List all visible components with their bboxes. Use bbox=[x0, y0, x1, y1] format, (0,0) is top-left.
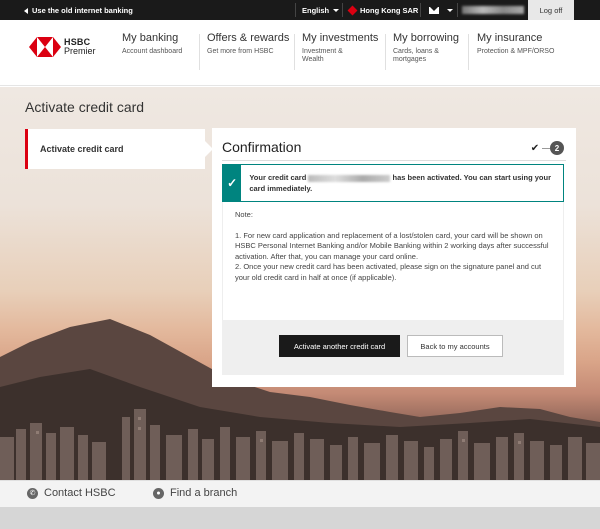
action-bar: Activate another credit card Back to my … bbox=[222, 320, 564, 375]
arrow-left-icon bbox=[24, 7, 28, 14]
divider bbox=[222, 160, 566, 161]
nav-divider bbox=[199, 34, 200, 70]
nav-divider bbox=[468, 34, 469, 70]
success-text: Your credit card has been activated. You… bbox=[241, 165, 563, 201]
messages-button[interactable] bbox=[429, 0, 453, 20]
footer: ✆ Contact HSBC ● Find a branch bbox=[0, 480, 600, 507]
contact-hsbc-link[interactable]: ✆ Contact HSBC bbox=[27, 487, 116, 499]
user-menu[interactable] bbox=[462, 0, 534, 20]
branch-label: Find a branch bbox=[170, 487, 238, 499]
step-connector bbox=[542, 147, 550, 149]
back-to-accounts-button[interactable]: Back to my accounts bbox=[407, 335, 503, 357]
bottom-strip bbox=[0, 507, 600, 529]
sidebar-item-activate-credit-card[interactable]: Activate credit card bbox=[25, 129, 213, 169]
find-branch-link[interactable]: ● Find a branch bbox=[153, 487, 237, 499]
nav-title: My banking bbox=[122, 32, 179, 44]
location-icon: ● bbox=[153, 487, 164, 499]
logo-tier-text: Premier bbox=[64, 46, 96, 56]
nav-divider bbox=[385, 34, 386, 70]
current-step-badge: 2 bbox=[550, 141, 564, 155]
nav-subtitle: Account dashboard bbox=[122, 48, 183, 55]
divider bbox=[457, 3, 458, 17]
success-check-icon: ✓ bbox=[223, 165, 242, 201]
card-number-redacted bbox=[308, 174, 391, 182]
nav-offers-rewards[interactable]: Offers & rewards Get more from HSBC bbox=[207, 32, 289, 76]
nav-my-insurance[interactable]: My insurance Protection & MPF/ORSO bbox=[477, 32, 554, 76]
step-indicator: ✔ 2 bbox=[528, 141, 564, 155]
nav-my-borrowing[interactable]: My borrowing Cards, loans & mortgages bbox=[393, 32, 465, 76]
chevron-down-icon bbox=[447, 8, 453, 12]
nav-title: My investments bbox=[302, 32, 379, 44]
success-message: ✓ Your credit card has been activated. Y… bbox=[222, 164, 564, 202]
log-off-button[interactable]: Log off bbox=[528, 0, 574, 20]
nav-divider bbox=[294, 34, 295, 70]
phone-icon: ✆ bbox=[27, 487, 38, 499]
page-title: Activate credit card bbox=[25, 99, 145, 115]
nav-my-investments[interactable]: My investments Investment & Wealth bbox=[302, 32, 382, 76]
nav-subtitle: Protection & MPF/ORSO bbox=[477, 48, 555, 55]
region-flag-icon bbox=[347, 5, 358, 15]
utility-bar: Use the old internet banking English Hon… bbox=[0, 0, 600, 20]
chevron-down-icon bbox=[333, 8, 340, 12]
old-internet-banking-label: Use the old internet banking bbox=[32, 6, 133, 15]
note-item-1: 1. For new card application and replacem… bbox=[235, 230, 549, 261]
nav-subtitle: Get more from HSBC bbox=[207, 48, 274, 55]
main-navigation: HSBC Premier My banking Account dashboar… bbox=[0, 20, 600, 86]
success-prefix: Your credit card bbox=[249, 173, 307, 182]
language-label: English bbox=[302, 5, 330, 15]
nav-subtitle: Investment & Wealth bbox=[302, 48, 343, 64]
note-section: Note: 1. For new card application and re… bbox=[222, 202, 564, 320]
divider bbox=[295, 3, 296, 17]
check-icon: ✔ bbox=[530, 142, 540, 154]
note-label: Note: bbox=[235, 210, 253, 219]
nav-subtitle: Cards, loans & mortgages bbox=[393, 48, 439, 64]
mail-icon bbox=[429, 6, 439, 14]
divider bbox=[342, 3, 343, 17]
nav-title: My borrowing bbox=[393, 32, 460, 44]
region-selector[interactable]: Hong Kong SAR bbox=[347, 0, 419, 20]
language-selector[interactable]: English bbox=[302, 0, 340, 20]
activate-another-card-button[interactable]: Activate another credit card bbox=[279, 335, 400, 357]
confirmation-title: Confirmation bbox=[222, 139, 302, 155]
hsbc-logo[interactable]: HSBC Premier bbox=[29, 37, 96, 57]
note-item-2: 2. Once your new credit card has been ac… bbox=[235, 262, 542, 282]
region-label: Hong Kong SAR bbox=[360, 5, 419, 15]
divider bbox=[420, 3, 421, 17]
nav-my-banking[interactable]: My banking Account dashboard bbox=[122, 32, 182, 76]
contact-label: Contact HSBC bbox=[44, 487, 116, 499]
hsbc-hexagon-icon bbox=[29, 37, 61, 57]
nav-title: Offers & rewards bbox=[207, 32, 290, 44]
old-internet-banking-link[interactable]: Use the old internet banking bbox=[24, 6, 133, 15]
nav-title: My insurance bbox=[477, 32, 543, 44]
username-redacted bbox=[462, 6, 524, 14]
